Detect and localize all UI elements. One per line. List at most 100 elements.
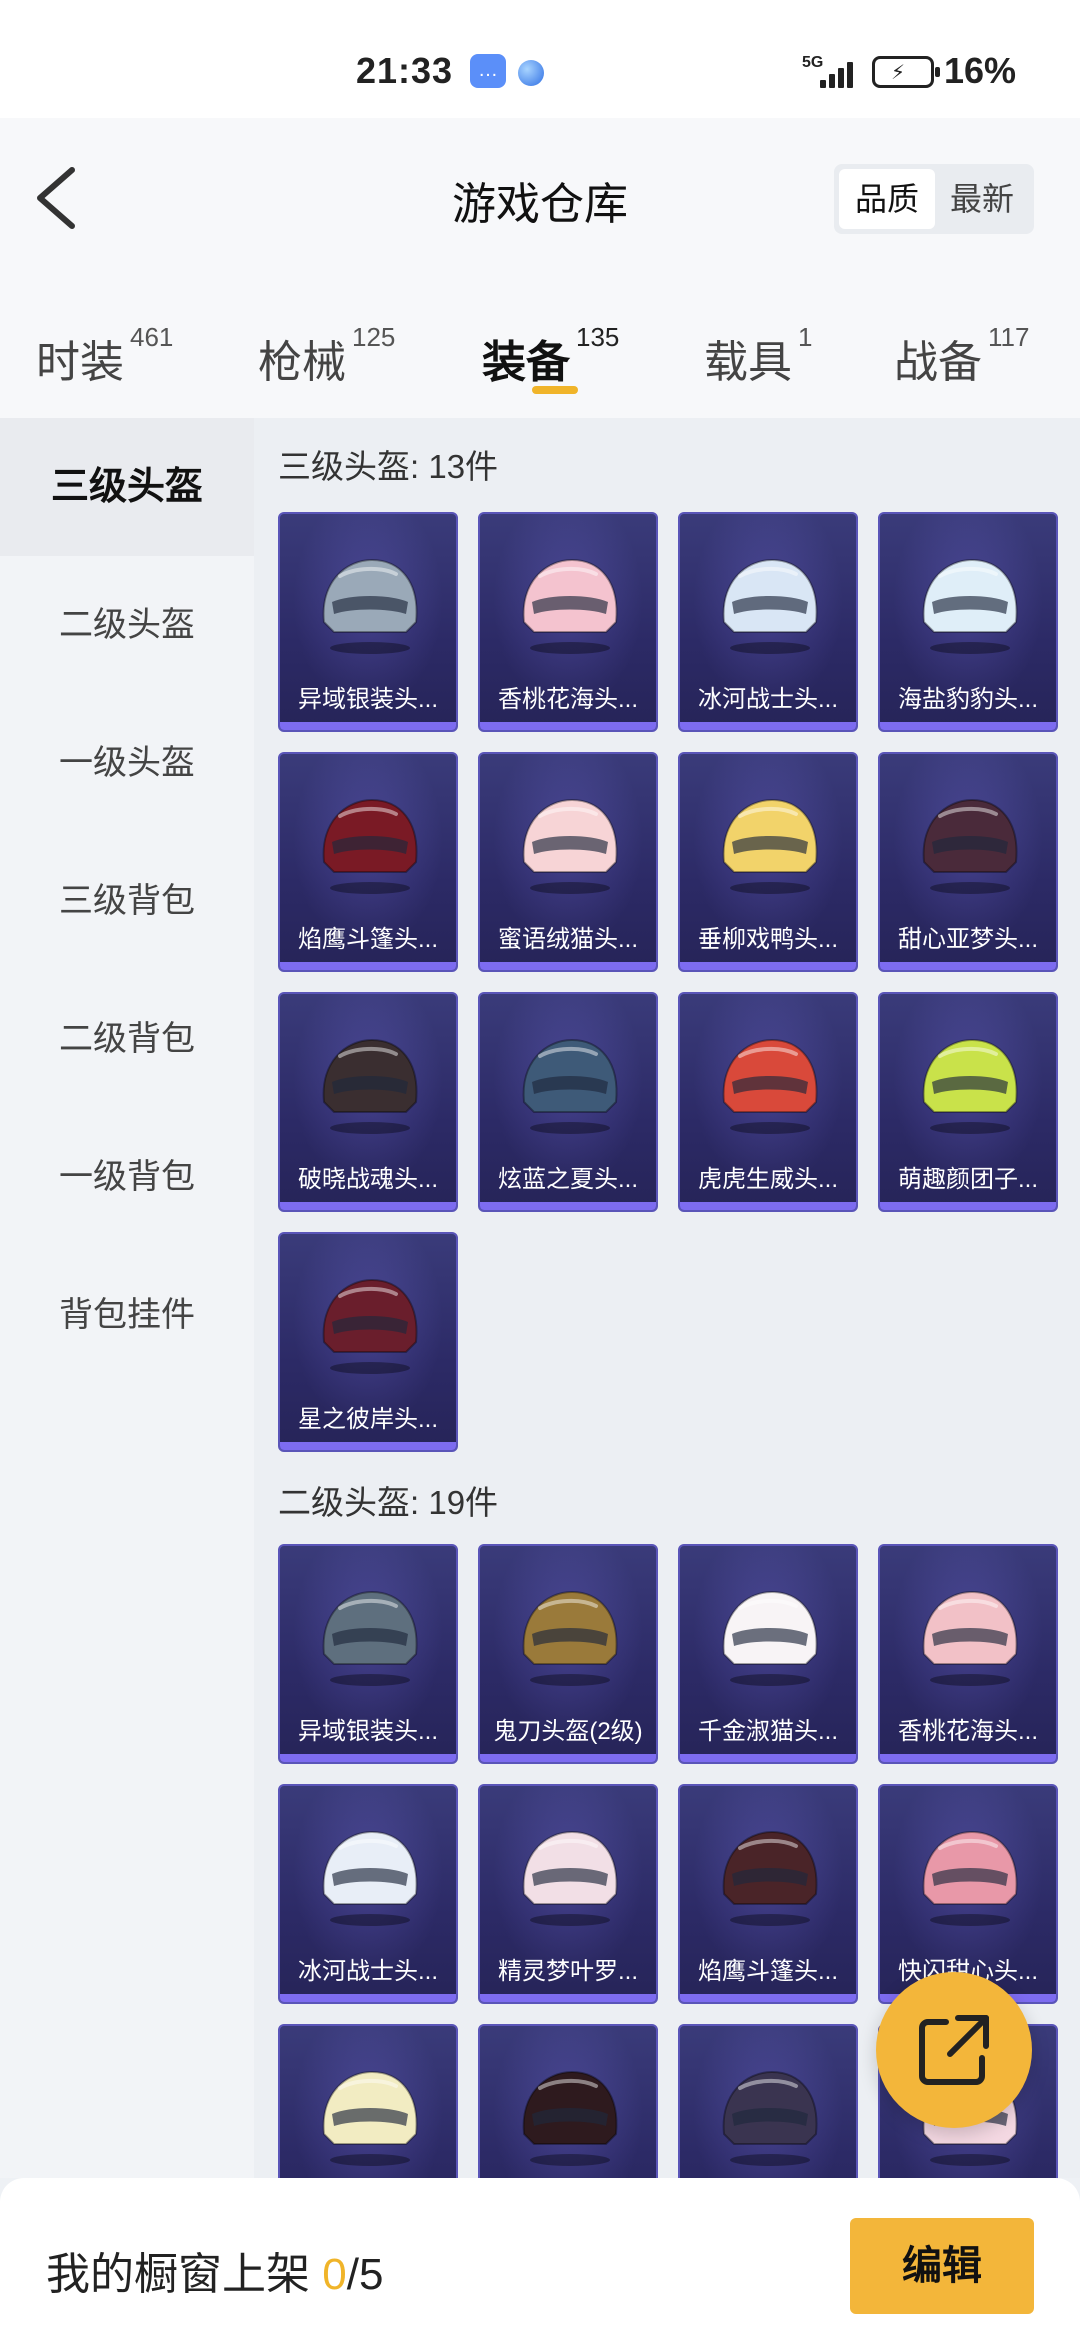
quality-bar — [480, 1202, 656, 1210]
item-card[interactable]: 香桃花海头... — [478, 512, 658, 732]
item-card[interactable]: 海盐豹豹头... — [878, 512, 1058, 732]
sort-quality-button[interactable]: 品质 — [839, 169, 935, 229]
item-card[interactable]: 焰鹰斗篷头... — [278, 752, 458, 972]
item-card[interactable]: 异域银装头... — [278, 1544, 458, 1764]
item-name: 千金淑猫头... — [697, 1718, 838, 1745]
item-card[interactable]: 星之彼岸头... — [278, 1232, 458, 1452]
item-card[interactable]: 异域银装头... — [278, 512, 458, 732]
quality-bar — [680, 962, 856, 970]
helmet-icon — [722, 1830, 818, 1926]
helmet-icon — [522, 2070, 618, 2166]
item-card[interactable]: 萌趣颜团子... — [878, 992, 1058, 1212]
tab-count: 125 — [352, 322, 396, 352]
sidebar-item-level1-helmet[interactable]: 一级头盔 — [0, 694, 254, 832]
item-name: 异域银装头... — [297, 1718, 438, 1745]
helmet-icon — [722, 2070, 818, 2166]
tab-count: 135 — [576, 322, 620, 352]
quality-bar — [480, 1994, 656, 2002]
item-card[interactable]: 冰河战士头... — [678, 512, 858, 732]
item-name: 萌趣颜团子... — [897, 1166, 1038, 1193]
tab-count: 117 — [988, 322, 1030, 352]
tab-label: 战备 — [894, 338, 982, 387]
external-link-icon — [919, 2015, 989, 2085]
showcase-count: 0 — [322, 2250, 347, 2299]
item-card[interactable]: 垂柳戏鸭头... — [678, 752, 858, 972]
item-card[interactable]: 蜜语绒猫头... — [478, 752, 658, 972]
item-card[interactable]: 快闪甜心头... — [878, 1784, 1058, 2004]
showcase-bar: 我的橱窗上架 0/5 编辑 — [0, 2178, 1080, 2344]
section-title-level3: 三级头盔: 13件 — [278, 448, 499, 485]
tab-gear[interactable]: 战备117 — [894, 322, 1029, 390]
item-name: 异域银装头... — [297, 686, 438, 713]
sidebar-item-level2-backpack[interactable]: 二级背包 — [0, 970, 254, 1108]
item-name: 香桃花海头... — [497, 686, 638, 713]
quality-bar — [880, 962, 1056, 970]
item-card[interactable]: 精灵梦叶罗... — [478, 1784, 658, 2004]
tab-label: 载具 — [704, 338, 792, 387]
quality-bar — [680, 1202, 856, 1210]
sidebar-item-backpack-charm[interactable]: 背包挂件 — [0, 1246, 254, 1384]
showcase-status: 我的橱窗上架 0/5 — [46, 2238, 383, 2302]
tab-equipment[interactable]: 装备135 — [482, 322, 619, 390]
tab-guns[interactable]: 枪械125 — [258, 322, 395, 390]
helmet-icon — [322, 2070, 418, 2166]
helmet-icon — [322, 798, 418, 894]
battery-percent: 16% — [944, 50, 1017, 91]
showcase-total: /5 — [346, 2250, 384, 2299]
sidebar-item-level3-helmet[interactable]: 三级头盔 — [0, 418, 254, 556]
header: 游戏仓库 品质 最新 时装461 枪械125 装备135 载具1 战备117 — [0, 118, 1080, 418]
sidebar-item-level2-helmet[interactable]: 二级头盔 — [0, 556, 254, 694]
active-tab-indicator — [532, 386, 578, 394]
tab-vehicles[interactable]: 载具1 — [704, 322, 812, 390]
item-card[interactable]: 破晓战魂头... — [278, 992, 458, 1212]
helmet-icon — [722, 1590, 818, 1686]
quality-bar — [680, 722, 856, 730]
quality-bar — [480, 962, 656, 970]
tab-count: 461 — [130, 322, 174, 352]
item-card[interactable]: 香桃花海头... — [878, 1544, 1058, 1764]
helmet-icon — [522, 558, 618, 654]
item-card[interactable]: 甜心亚梦头... — [878, 752, 1058, 972]
item-name: 精灵梦叶罗... — [497, 1958, 638, 1985]
item-card[interactable]: 鬼刀头盔(2级) — [478, 1544, 658, 1764]
item-card[interactable]: 炫蓝之夏头... — [478, 992, 658, 1212]
status-bar: 21:33 … 5G ⚡ 16% — [0, 0, 1080, 118]
quality-bar — [880, 722, 1056, 730]
battery-icon: ⚡ — [872, 56, 940, 88]
helmet-icon — [322, 1590, 418, 1686]
item-name: 鬼刀头盔(2级) — [493, 1718, 643, 1745]
tab-label: 时装 — [36, 338, 124, 387]
edit-button[interactable]: 编辑 — [850, 2218, 1034, 2314]
helmet-icon — [922, 1830, 1018, 1926]
helmet-icon — [922, 798, 1018, 894]
helmet-icon — [522, 1590, 618, 1686]
helmet-icon — [722, 798, 818, 894]
sidebar-item-level3-backpack[interactable]: 三级背包 — [0, 832, 254, 970]
quality-bar — [280, 722, 456, 730]
helmet-icon — [322, 1038, 418, 1134]
quality-bar — [480, 1754, 656, 1762]
item-card[interactable]: 千金淑猫头... — [678, 1544, 858, 1764]
helmet-icon — [322, 1278, 418, 1374]
item-card[interactable]: 冰河战士头... — [278, 1784, 458, 2004]
helmet-icon — [922, 558, 1018, 654]
helmet-icon — [722, 1038, 818, 1134]
item-name: 焰鹰斗篷头... — [697, 1958, 838, 1985]
tab-fashion[interactable]: 时装461 — [36, 322, 173, 390]
helmet-icon — [922, 1038, 1018, 1134]
sidebar-item-level1-backpack[interactable]: 一级背包 — [0, 1108, 254, 1246]
quality-bar — [680, 1754, 856, 1762]
quality-bar — [880, 1754, 1056, 1762]
item-card[interactable]: 焰鹰斗篷头... — [678, 1784, 858, 2004]
helmet-icon — [322, 1830, 418, 1926]
item-card[interactable]: 虎虎生威头... — [678, 992, 858, 1212]
item-name: 破晓战魂头... — [297, 1166, 438, 1193]
tab-label: 装备 — [482, 338, 570, 387]
item-name: 焰鹰斗篷头... — [297, 926, 438, 953]
item-name: 香桃花海头... — [897, 1718, 1038, 1745]
item-name: 炫蓝之夏头... — [497, 1166, 638, 1193]
quality-bar — [280, 1994, 456, 2002]
item-name: 冰河战士头... — [297, 1958, 438, 1985]
sort-latest-button[interactable]: 最新 — [934, 169, 1030, 229]
share-button[interactable] — [876, 1972, 1032, 2128]
